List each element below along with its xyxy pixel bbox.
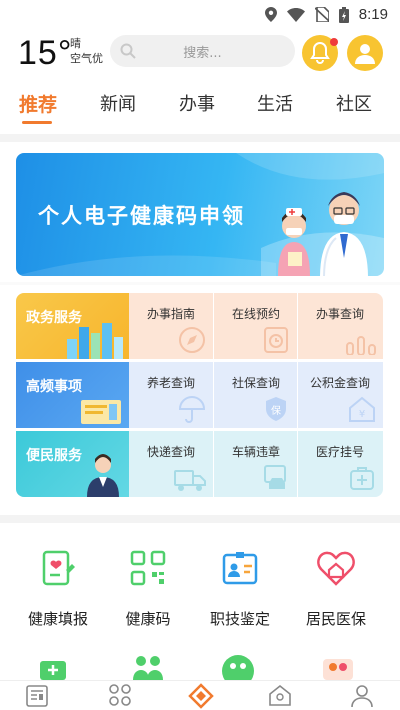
doctor-illustration [278, 192, 368, 276]
home-logo-icon[interactable] [188, 683, 214, 709]
compass-icon [179, 327, 205, 353]
health-code-banner[interactable]: 个人电子健康码申领 [16, 153, 384, 276]
category-tabs: 推荐 新闻 办事 生活 社区 [0, 90, 400, 130]
bell-icon [310, 42, 330, 64]
category-label: 便民服务 [26, 448, 82, 464]
tab-community[interactable]: 社区 [324, 90, 384, 116]
weather-info: 晴 空气优 [70, 36, 103, 66]
category-label: 高频事项 [26, 379, 82, 395]
location-icon [264, 7, 277, 22]
shortcut-label: 职技鉴定 [209, 610, 270, 628]
service-pension-query[interactable]: 养老查询 [129, 362, 213, 428]
banner-title: 个人电子健康码申领 [38, 204, 245, 228]
battery-icon [338, 6, 349, 23]
document-card-icon [81, 400, 121, 424]
umbrella-icon [178, 396, 206, 423]
tab-affairs[interactable]: 办事 [167, 90, 227, 116]
shortcut-health-code[interactable]: 健康码 [98, 540, 198, 629]
shortcut-skill-appraisal[interactable]: 职技鉴定 [190, 540, 290, 629]
medical-kit-icon [350, 467, 374, 490]
tab-news[interactable]: 新闻 [88, 90, 148, 116]
service-grid: 政务服务 办事指南 在线预约 办事查询 高频事项 养老查询 社保查询 保 公积金… [16, 293, 383, 497]
profile-icon[interactable] [350, 683, 374, 707]
service-label: 医疗挂号 [315, 445, 364, 459]
shortcut-health-report[interactable]: 健康填报 [8, 540, 108, 629]
section-divider [0, 282, 400, 285]
tab-recommend[interactable]: 推荐 [8, 90, 68, 117]
service-row-government: 政务服务 办事指南 在线预约 办事查询 [16, 293, 383, 359]
active-tab-indicator [22, 121, 52, 124]
clock-icon [264, 327, 288, 353]
service-label: 车辆违章 [231, 445, 280, 459]
no-sim-icon [314, 7, 329, 22]
service-label: 办事指南 [146, 307, 195, 321]
section-divider [0, 515, 400, 523]
service-label: 养老查询 [146, 376, 195, 390]
bar-chart-icon [346, 336, 376, 355]
svg-text:¥: ¥ [359, 409, 365, 420]
header: 15° 晴 空气优 搜索... [0, 30, 400, 78]
family-icon [133, 656, 163, 680]
clock: 8:19 [358, 6, 388, 23]
couple-icon [323, 659, 353, 680]
service-label: 办事查询 [315, 307, 364, 321]
house-yen-icon: ¥ [349, 396, 375, 422]
user-avatar-button[interactable] [347, 35, 383, 71]
service-row-convenience: 便民服务 快递查询 车辆违章 医疗挂号 [16, 431, 383, 497]
qr-code-icon [130, 550, 166, 586]
air-quality: 空气优 [70, 52, 103, 65]
truck-icon [174, 470, 206, 491]
bottom-navigation [0, 680, 400, 710]
service-medical-registration[interactable]: 医疗挂号 [297, 431, 383, 497]
category-government[interactable]: 政务服务 [16, 293, 129, 359]
shortcut-label: 健康码 [125, 610, 171, 628]
search-placeholder: 搜索... [183, 46, 222, 61]
id-card-icon [222, 552, 258, 585]
people-circle-icon [222, 655, 254, 680]
service-row-frequent: 高频事项 养老查询 社保查询 保 公积金查询 ¥ [16, 362, 383, 428]
status-bar: 8:19 [0, 0, 400, 28]
shortcut-label: 健康填报 [27, 610, 88, 628]
service-label: 公积金查询 [309, 376, 370, 390]
wifi-icon [286, 7, 305, 22]
category-convenience[interactable]: 便民服务 [16, 431, 129, 497]
notification-badge [330, 38, 338, 46]
car-icon [264, 465, 286, 489]
service-label: 在线预约 [231, 307, 280, 321]
service-label: 快递查询 [146, 445, 195, 459]
service-social-security-query[interactable]: 社保查询 保 [213, 362, 297, 428]
shortcut-resident-insurance[interactable]: 居民医保 [286, 540, 386, 629]
city-buildings-icon [67, 323, 123, 359]
health-report-icon [42, 550, 75, 586]
tab-life[interactable]: 生活 [245, 90, 305, 116]
search-input[interactable]: 搜索... [110, 35, 295, 67]
medical-box-icon [40, 661, 66, 680]
user-icon [355, 44, 375, 64]
apps-icon[interactable] [108, 683, 132, 707]
shortcut-label: 居民医保 [305, 610, 366, 628]
service-person-icon [87, 454, 119, 497]
service-label: 社保查询 [231, 376, 280, 390]
svg-text:保: 保 [271, 404, 281, 417]
section-divider [0, 134, 400, 142]
service-online-booking[interactable]: 在线预约 [213, 293, 297, 359]
shortcut-grid: 健康填报 健康码 职技鉴定 居民医保 [0, 540, 400, 640]
service-housing-fund-query[interactable]: 公积金查询 ¥ [297, 362, 383, 428]
notification-button[interactable] [302, 35, 338, 71]
temperature: 15° [18, 34, 73, 72]
service-express-query[interactable]: 快递查询 [129, 431, 213, 497]
service-guide[interactable]: 办事指南 [129, 293, 213, 359]
news-icon[interactable] [25, 683, 49, 707]
service-affairs-query[interactable]: 办事查询 [297, 293, 383, 359]
community-icon[interactable] [268, 683, 292, 707]
heart-home-icon [317, 551, 355, 586]
category-frequent[interactable]: 高频事项 [16, 362, 129, 428]
weather-condition: 晴 [70, 37, 81, 50]
service-vehicle-violation[interactable]: 车辆违章 [213, 431, 297, 497]
shield-icon: 保 [266, 397, 286, 421]
